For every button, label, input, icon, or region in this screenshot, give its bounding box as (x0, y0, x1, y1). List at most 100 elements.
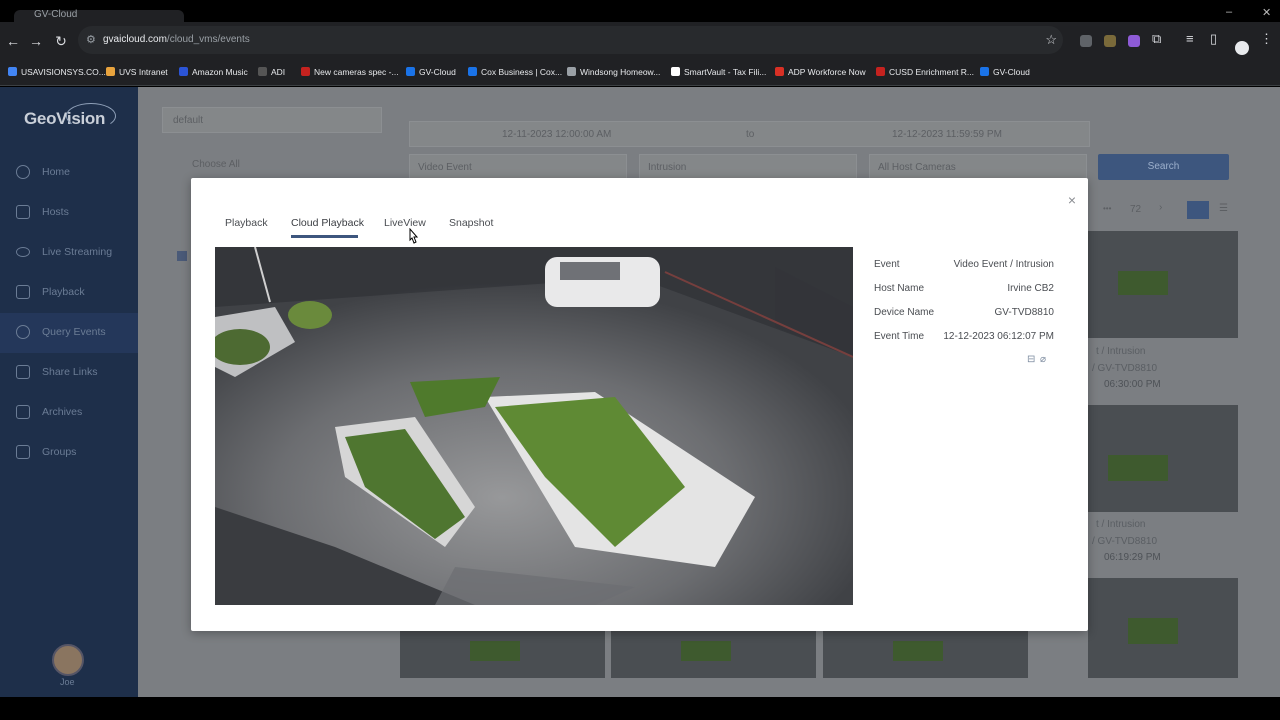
sidebar-item-share-links[interactable]: Share Links (0, 353, 138, 393)
detail-row: Host Name Irvine CB2 (874, 283, 1054, 307)
bookmark-icon (671, 67, 680, 76)
event-thumbnail[interactable] (1088, 231, 1238, 338)
event-details-panel: Event Video Event / Intrusion Host Name … (866, 247, 1064, 377)
event-subtype-select[interactable]: Intrusion (639, 154, 857, 180)
bookmark-item[interactable]: GV-Cloud (980, 67, 1030, 77)
bookmark-item[interactable]: ADP Workforce Now (775, 67, 866, 77)
site-info-icon[interactable]: ⚙ (86, 33, 96, 46)
extension-icon[interactable] (1104, 35, 1116, 47)
sidepanel-icon[interactable]: ▯ (1210, 31, 1217, 47)
event-thumbnail[interactable] (823, 631, 1028, 678)
sidebar-item-label: Live Streaming (42, 246, 113, 258)
sidebar-item-label: Archives (42, 406, 83, 418)
event-thumbnail[interactable] (1088, 578, 1238, 678)
group-select-value: default (173, 115, 204, 126)
bookmark-icon (775, 67, 784, 76)
profile-avatar[interactable] (1235, 41, 1249, 55)
bookmark-item[interactable]: UVS Intranet (106, 67, 168, 77)
thumbnail-detail (893, 641, 943, 661)
sidebar-item-live-streaming[interactable]: Live Streaming (0, 233, 138, 273)
detail-row: Event Video Event / Intrusion (874, 259, 1054, 283)
sidebar-item-playback[interactable]: Playback (0, 273, 138, 313)
bookmark-item[interactable]: USAVISIONSYS.CO... (8, 67, 106, 77)
bookmark-item[interactable]: SmartVault - Tax Fili... (671, 67, 766, 77)
user-avatar[interactable] (52, 644, 84, 676)
end-time: 12-12-2023 11:59:59 PM (892, 129, 1002, 140)
tab-snapshot[interactable]: Snapshot (449, 217, 493, 229)
sidebar-item-archives[interactable]: Archives (0, 393, 138, 433)
detail-value: GV-TVD8810 (994, 307, 1054, 318)
sidebar-item-query-events[interactable]: Query Events (0, 313, 138, 353)
geovision-logo[interactable]: GeoVision (24, 103, 116, 129)
camera-checkbox[interactable] (177, 251, 187, 261)
camera-select[interactable]: All Host Cameras (869, 154, 1087, 180)
media-icon[interactable]: ≡ (1186, 31, 1194, 46)
result-event: t / Intrusion (1096, 346, 1146, 357)
playback-icon (16, 285, 30, 299)
pagination-ellipsis[interactable]: ••• (1103, 204, 1111, 213)
video-player[interactable] (215, 247, 853, 605)
back-icon[interactable]: ← (4, 32, 22, 50)
download-icon[interactable]: ⊟ (1027, 354, 1035, 365)
extension-icon[interactable] (1080, 35, 1092, 47)
sidebar-item-label: Hosts (42, 206, 69, 218)
browser-toolbar: ← → ↻ ⚙ gvaicloud.com/cloud_vms/events ☆… (0, 22, 1280, 60)
list-view-icon[interactable]: ☰ (1219, 203, 1228, 214)
reload-icon[interactable]: ↻ (52, 32, 70, 50)
pagination-page[interactable]: 72 (1130, 204, 1141, 215)
close-icon[interactable]: × (1068, 192, 1076, 208)
sidebar-item-hosts[interactable]: Hosts (0, 193, 138, 233)
event-type-select[interactable]: Video Event (409, 154, 627, 180)
bookmark-star-icon[interactable]: ☆ (1045, 32, 1057, 48)
address-bar[interactable]: ⚙ gvaicloud.com/cloud_vms/events ☆ (78, 26, 1063, 54)
next-page-icon[interactable]: › (1159, 202, 1162, 213)
group-select[interactable]: default (162, 107, 382, 133)
link-icon[interactable]: ⌀ (1040, 354, 1046, 365)
sidebar-item-groups[interactable]: Groups (0, 433, 138, 473)
detail-value: Irvine CB2 (1007, 283, 1054, 294)
event-thumbnail[interactable] (611, 631, 816, 678)
browser-tabstrip: GV-Cloud – ✕ (0, 0, 1280, 22)
bookmark-label: SmartVault - Tax Fili... (684, 67, 767, 77)
extension-icon[interactable] (1128, 35, 1140, 47)
sidebar-item-home[interactable]: Home (0, 153, 138, 193)
detail-key: Event Time (874, 331, 925, 342)
detail-key: Device Name (874, 307, 935, 318)
thumbnail-detail (1108, 455, 1168, 481)
bookmark-item[interactable]: Cox Business | Cox... (468, 67, 562, 77)
bookmark-item[interactable]: GV-Cloud (406, 67, 456, 77)
date-range-picker[interactable]: 12-11-2023 12:00:00 AM to 12-12-2023 11:… (409, 121, 1090, 147)
detail-value: Video Event / Intrusion (953, 259, 1054, 270)
choose-all-label[interactable]: Choose All (192, 159, 240, 170)
tab-cloud-playback[interactable]: Cloud Playback (291, 217, 364, 229)
bookmark-item[interactable]: Windsong Homeow... (567, 67, 660, 77)
event-thumbnail[interactable] (400, 631, 605, 678)
puzzle-icon[interactable]: ⧉ (1152, 31, 1161, 47)
camera-frame (215, 247, 853, 605)
tab-playback[interactable]: Playback (225, 217, 268, 229)
bookmark-label: Cox Business | Cox... (481, 67, 563, 77)
bookmark-item[interactable]: New cameras spec -... (301, 67, 399, 77)
event-subtype-value: Intrusion (648, 162, 687, 173)
thumbnail-detail (470, 641, 520, 661)
search-icon (16, 325, 30, 339)
forward-icon[interactable]: → (27, 32, 45, 50)
bookmark-item[interactable]: Amazon Music (179, 67, 248, 77)
event-thumbnail[interactable] (1088, 405, 1238, 512)
bookmark-item[interactable]: ADI (258, 67, 285, 77)
bookmark-item[interactable]: CUSD Enrichment R... (876, 67, 974, 77)
archive-icon (16, 405, 30, 419)
event-detail-modal: × Playback Cloud Playback LiveView Snaps… (191, 178, 1088, 631)
bookmark-icon (179, 67, 188, 76)
bookmark-label: USAVISIONSYS.CO... (21, 67, 106, 77)
menu-icon[interactable]: ⋮ (1260, 31, 1273, 47)
bookmark-label: New cameras spec -... (314, 67, 399, 77)
close-window-icon[interactable]: ✕ (1262, 6, 1271, 19)
detail-value: 12-12-2023 06:12:07 PM (943, 331, 1054, 342)
grid-view-icon[interactable] (1187, 201, 1209, 219)
range-separator: to (746, 129, 755, 140)
url-text: gvaicloud.com/cloud_vms/events (103, 34, 250, 45)
bookmark-label: GV-Cloud (419, 67, 456, 77)
search-button[interactable]: Search (1098, 154, 1229, 180)
minimize-icon[interactable]: – (1226, 6, 1232, 18)
